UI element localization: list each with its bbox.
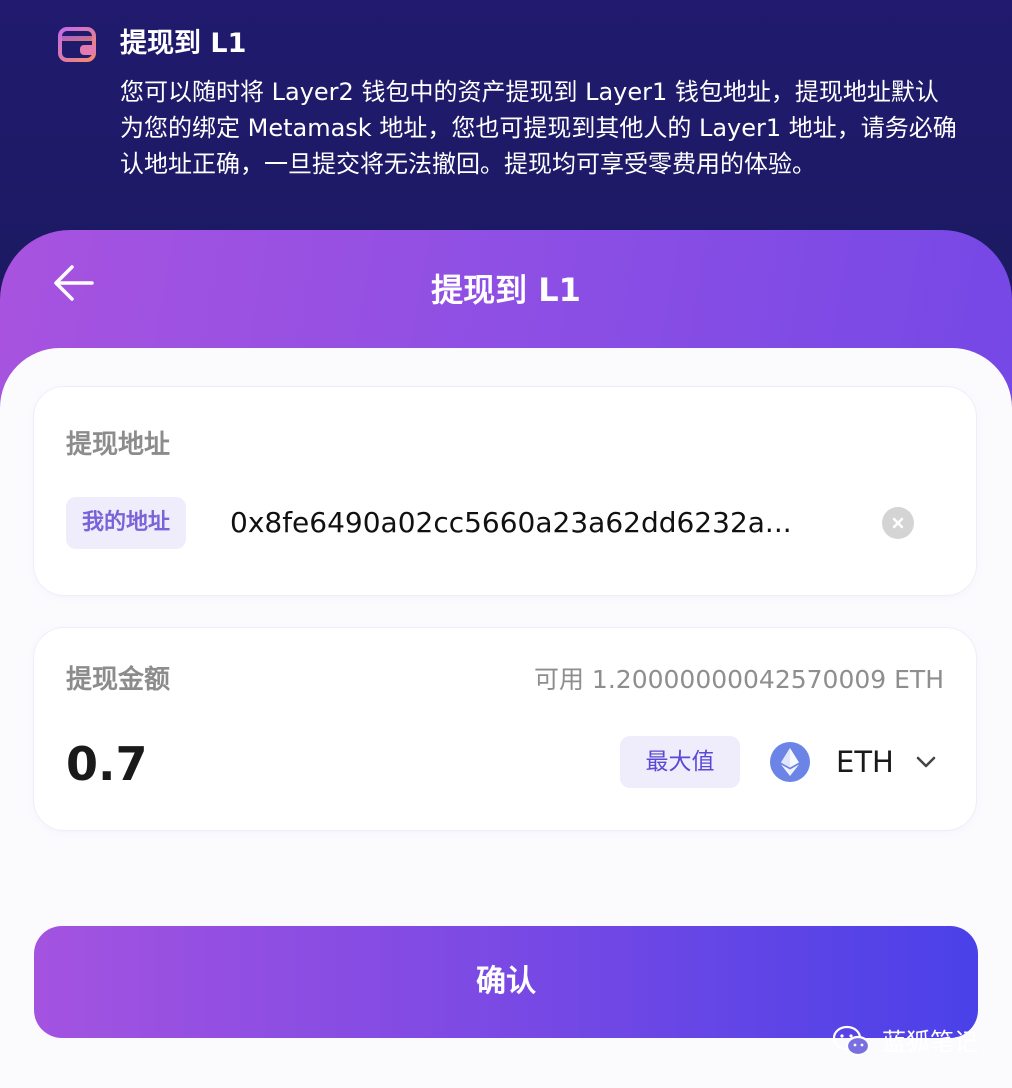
withdraw-panel: 提现到 L1 提现地址 我的地址 0x8fe6490a02cc5660a23a6…	[0, 230, 1012, 1088]
confirm-button[interactable]: 确认	[34, 926, 978, 1038]
form-content: 提现地址 我的地址 0x8fe6490a02cc5660a23a62dd6232…	[0, 348, 1012, 1088]
banner-description: 您可以随时将 Layer2 钱包中的资产提现到 Layer1 钱包地址，提现地址…	[120, 78, 957, 178]
address-card: 提现地址 我的地址 0x8fe6490a02cc5660a23a62dd6232…	[34, 387, 976, 595]
amount-card: 提现金额 可用 1.20000000042570009 ETH 0.7 最大值 …	[34, 628, 976, 830]
page-title: 提现到 L1	[431, 271, 581, 309]
chevron-down-icon	[916, 756, 936, 768]
address-label: 提现地址	[66, 430, 171, 460]
token-selector[interactable]: ETH	[770, 740, 936, 784]
max-button[interactable]: 最大值	[620, 736, 740, 788]
eth-icon	[770, 742, 810, 782]
banner-title: 提现到 L1	[120, 28, 247, 59]
amount-input[interactable]: 0.7	[66, 736, 148, 792]
wallet-icon	[58, 26, 98, 64]
my-address-button[interactable]: 我的地址	[66, 497, 187, 549]
available-balance: 可用 1.20000000042570009 ETH	[533, 665, 944, 694]
clear-address-button[interactable]	[882, 507, 914, 539]
watermark: 蓝狐笔记	[832, 1024, 978, 1060]
watermark-text: 蓝狐笔记	[882, 1028, 978, 1056]
wechat-icon	[832, 1025, 872, 1059]
amount-label: 提现金额	[66, 665, 171, 695]
token-name: ETH	[836, 745, 894, 779]
address-input[interactable]: 0x8fe6490a02cc5660a23a62dd6232a...	[230, 503, 850, 543]
clear-icon	[891, 516, 905, 530]
